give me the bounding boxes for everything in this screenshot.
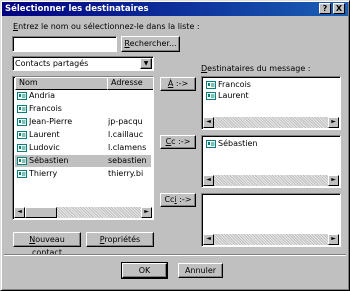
contact-row[interactable]: Sébastien sebastien (15, 155, 151, 167)
add-bcc-button[interactable]: Cci :-> (160, 193, 196, 207)
contact-card-icon (17, 91, 27, 100)
scroll-left-button[interactable]: ◄ (14, 207, 25, 218)
contact-name: Jean-Pierre (29, 117, 73, 126)
arrow-left-icon: ◄ (206, 235, 211, 242)
title-bar[interactable]: Sélectionner les destinataires (2, 2, 348, 16)
separator (4, 254, 346, 256)
bcc-hscrollbar[interactable] (203, 234, 339, 245)
contact-address: thierry.bi (108, 169, 144, 178)
recipient-row[interactable]: Laurent (204, 90, 334, 102)
contact-name: Ludovic (29, 143, 60, 152)
cc-scroll-right-button[interactable]: ► (328, 175, 339, 186)
add-to-button[interactable]: À :-> (160, 77, 196, 91)
contact-rows: Andria Francois Jean-Pierre jp-pacqu Laurent… (15, 90, 151, 194)
contact-address: l.caillauc (108, 130, 144, 139)
cancel-button[interactable]: Annuler (178, 263, 223, 278)
contact-address: sebastien (108, 156, 147, 165)
contact-address: jp-pacqu (108, 117, 143, 126)
add-cc-button[interactable]: Cc :-> (160, 135, 196, 149)
arrow-right-icon: ► (331, 118, 336, 125)
arrow-left-icon: ◄ (206, 118, 211, 125)
contact-name: Sébastien (29, 156, 69, 165)
arrow-left-icon: ◄ (17, 208, 22, 215)
contact-row[interactable]: Jean-Pierre jp-pacqu (15, 116, 151, 128)
source-dropdown[interactable]: Contacts partagés (12, 56, 154, 71)
bcc-scroll-right-button[interactable]: ► (328, 234, 339, 245)
recipient-name: Sébastien (218, 139, 258, 148)
chevron-down-icon: ▼ (143, 60, 149, 67)
contact-name: Laurent (29, 130, 60, 139)
contact-card-icon (17, 169, 27, 178)
close-icon: X (335, 4, 343, 13)
contact-card-icon (17, 117, 27, 126)
contact-card-icon (17, 143, 27, 152)
contact-card-icon (206, 80, 216, 89)
column-header-name[interactable]: Nom (15, 77, 112, 90)
new-contact-button[interactable]: Nouveau contact (13, 232, 81, 257)
search-label: Entrez le nom ou sélectionnez-le dans la… (13, 22, 200, 31)
contact-name: Francois (29, 104, 62, 113)
close-button[interactable]: X (333, 3, 345, 14)
ok-button[interactable]: OK (121, 262, 168, 279)
contact-card-icon (17, 156, 27, 165)
arrow-right-icon: ► (144, 208, 149, 215)
dropdown-arrow-button[interactable]: ▼ (140, 58, 152, 69)
contact-name: Andria (29, 91, 56, 100)
contact-row[interactable]: Andria (15, 90, 151, 102)
contacts-list[interactable]: Nom Adresse Andria Francois Jean-Pierre jp-… (12, 76, 154, 220)
help-icon: ? (322, 4, 328, 13)
arrow-left-icon: ◄ (206, 176, 211, 183)
contact-card-icon (17, 130, 27, 139)
arrow-right-icon: ► (331, 176, 336, 183)
contact-row[interactable]: Thierry thierry.bi (15, 168, 151, 180)
contact-card-icon (206, 139, 216, 148)
contact-address: l.clamens (108, 143, 147, 152)
contact-card-icon (206, 91, 216, 100)
recipient-name: Laurent (218, 91, 249, 100)
column-header-address[interactable]: Adresse (107, 77, 153, 90)
contact-row[interactable]: Laurent l.caillauc (15, 129, 151, 141)
contact-row[interactable]: Ludovic l.clamens (15, 142, 151, 154)
help-button[interactable]: ? (319, 3, 331, 14)
contact-name: Thierry (29, 169, 58, 178)
cc-scroll-left-button[interactable]: ◄ (203, 175, 214, 186)
to-hscrollbar[interactable] (203, 117, 339, 128)
to-scroll-left-button[interactable]: ◄ (203, 117, 214, 128)
search-button[interactable]: Rechercher... (121, 36, 180, 52)
window-title: Sélectionner les destinataires (5, 4, 149, 14)
bcc-scroll-left-button[interactable]: ◄ (203, 234, 214, 245)
recipients-label: Destinataires du message : (201, 64, 311, 73)
contact-row[interactable]: Francois (15, 103, 151, 115)
contact-card-icon (17, 104, 27, 113)
search-input[interactable] (12, 36, 117, 52)
scroll-thumb[interactable] (25, 207, 57, 218)
to-scroll-right-button[interactable]: ► (328, 117, 339, 128)
arrow-right-icon: ► (331, 235, 336, 242)
cc-hscrollbar[interactable] (203, 175, 339, 186)
recipient-row[interactable]: Sébastien (204, 138, 334, 150)
scroll-right-button[interactable]: ► (141, 207, 152, 218)
properties-button[interactable]: Propriétés (86, 232, 154, 247)
